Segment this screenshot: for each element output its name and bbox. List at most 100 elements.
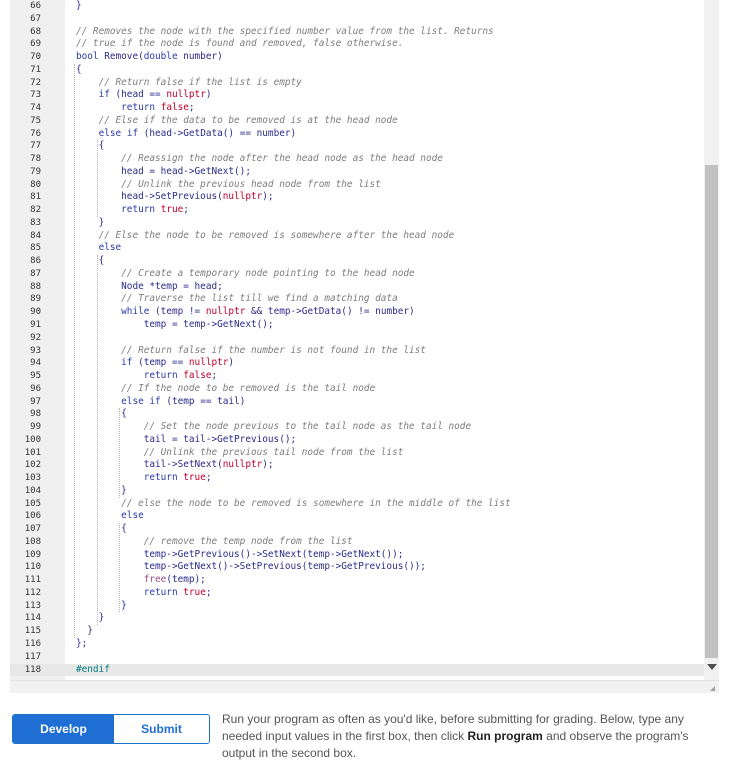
code-text[interactable]: temp = temp->GetNext(); [76,319,274,332]
code-line[interactable]: 100 tail = tail->GetPrevious(); [10,434,704,447]
code-text[interactable]: temp->GetPrevious()->SetNext(temp->GetNe… [76,549,404,562]
code-line[interactable]: 94 if (temp == nullptr) [10,357,704,370]
code-text[interactable]: } [76,625,93,638]
code-line[interactable]: 98 { [10,408,704,421]
code-line[interactable]: 99 // Set the node previous to the tail … [10,421,704,434]
code-line[interactable]: 70 bool Remove(double number) [10,51,704,64]
scrollbar-thumb[interactable] [705,165,718,658]
code-text[interactable]: bool Remove(double number) [76,51,223,64]
develop-mode-button[interactable]: Develop mode [13,715,114,743]
code-text[interactable]: } [76,0,82,13]
code-text[interactable]: tail->SetNext(nullptr); [76,459,274,472]
code-line[interactable]: 113 } [10,600,704,613]
code-text[interactable]: temp->GetNext()->SetPrevious(temp->GetPr… [76,561,426,574]
vertical-scrollbar[interactable] [704,0,719,680]
code-text[interactable]: #endif [76,664,110,677]
code-line[interactable]: 116}; [10,638,704,651]
code-line[interactable]: 95 return false; [10,370,704,383]
code-text[interactable]: else if (temp == tail) [76,396,245,409]
code-text[interactable]: while (temp != nullptr && temp->GetData(… [76,306,415,319]
code-text[interactable]: { [76,64,82,77]
code-text[interactable]: // Unlink the previous head node from th… [76,179,381,192]
horizontal-scrollbar[interactable] [10,680,719,693]
code-text[interactable]: } [76,612,105,625]
code-text[interactable]: // remove the temp node from the list [76,536,353,549]
code-text[interactable]: else [76,510,144,523]
code-line[interactable]: 91 temp = temp->GetNext(); [10,319,704,332]
code-line[interactable]: 106 else [10,510,704,523]
code-text[interactable]: // true if the node is found and removed… [76,38,403,51]
code-line[interactable]: 66} [10,0,704,13]
code-line[interactable]: 87 // Create a temporary node pointing t… [10,268,704,281]
code-text[interactable]: if (head == nullptr) [76,89,212,102]
scroll-down-arrow-icon[interactable] [707,664,717,670]
code-text[interactable]: // Create a temporary node pointing to t… [76,268,415,281]
code-line[interactable]: 71 { [10,64,704,77]
code-line[interactable]: 89 // Traverse the list till we find a m… [10,293,704,306]
code-text[interactable]: if (temp == nullptr) [76,357,234,370]
code-text[interactable]: // Unlink the previous tail node from th… [76,447,404,460]
code-line[interactable]: 81 head->SetPrevious(nullptr); [10,191,704,204]
code-line[interactable]: 77 { [10,140,704,153]
code-text[interactable]: // Else if the data to be removed is at … [76,115,398,128]
code-line[interactable]: 102 tail->SetNext(nullptr); [10,459,704,472]
code-line[interactable]: 105 // else the node to be removed is so… [10,498,704,511]
code-text[interactable]: // else the node to be removed is somewh… [76,498,510,511]
code-text[interactable]: tail = tail->GetPrevious(); [76,434,296,447]
code-line[interactable]: 83 } [10,217,704,230]
code-line[interactable]: 74 return false; [10,102,704,115]
submit-mode-button[interactable]: Submit mode [114,715,209,743]
code-text[interactable]: free(temp); [76,574,206,587]
code-text[interactable]: // Traverse the list till we find a matc… [76,293,398,306]
code-line[interactable]: 90 while (temp != nullptr && temp->GetDa… [10,306,704,319]
code-line[interactable]: 109 temp->GetPrevious()->SetNext(temp->G… [10,549,704,562]
code-text[interactable]: // Return false if the number is not fou… [76,345,426,358]
code-line[interactable]: 117 [10,651,704,664]
resize-grip-icon[interactable] [710,686,715,691]
code-text[interactable]: else if (head->GetData() == number) [76,128,297,141]
code-text[interactable]: Node *temp = head; [76,281,223,294]
code-line[interactable]: 82 return true; [10,204,704,217]
code-text[interactable]: return false; [76,102,194,115]
code-line[interactable]: 97 else if (temp == tail) [10,396,704,409]
code-line[interactable]: 73 if (head == nullptr) [10,89,704,102]
code-text[interactable]: // Removes the node with the specified n… [76,26,494,39]
code-line[interactable]: 80 // Unlink the previous head node from… [10,179,704,192]
code-text[interactable]: // If the node to be removed is the tail… [76,383,375,396]
code-line[interactable]: 78 // Reassign the node after the head n… [10,153,704,166]
code-line[interactable]: 111 free(temp); [10,574,704,587]
code-text[interactable]: return true; [76,204,189,217]
code-text[interactable]: // Return false if the list is empty [76,77,302,90]
code-line[interactable]: 88 Node *temp = head; [10,281,704,294]
code-line[interactable]: 68 // Removes the node with the specified… [10,26,704,39]
code-line[interactable]: 110 temp->GetNext()->SetPrevious(temp->G… [10,561,704,574]
code-line[interactable]: 101 // Unlink the previous tail node fro… [10,447,704,460]
code-line[interactable]: 79 head = head->GetNext(); [10,166,704,179]
code-line[interactable]: 67 [10,13,704,26]
code-text[interactable]: { [76,255,105,268]
code-line[interactable]: 92 [10,332,704,345]
code-line[interactable]: 69 // true if the node is found and remov… [10,38,704,51]
code-text[interactable]: head->SetPrevious(nullptr); [76,191,273,204]
code-line[interactable]: 85 else [10,242,704,255]
code-text[interactable]: head = head->GetNext(); [76,166,251,179]
code-line[interactable]: 86 { [10,255,704,268]
code-text[interactable]: // Else the node to be removed is somewh… [76,230,455,243]
code-line[interactable]: 115 } [10,625,704,638]
code-line[interactable]: 103 return true; [10,472,704,485]
code-line[interactable]: 104 } [10,485,704,498]
code-line[interactable]: 114 } [10,612,704,625]
code-line[interactable]: 93 // Return false if the number is not … [10,345,704,358]
code-text[interactable]: { [76,140,105,153]
code-line[interactable]: 72 // Return false if the list is empty [10,77,704,90]
code-text[interactable]: // Set the node previous to the tail nod… [76,421,471,434]
code-line[interactable]: 118 #endif [10,663,704,677]
code-text[interactable]: else [76,242,122,255]
code-line[interactable]: 96 // If the node to be removed is the t… [10,383,704,396]
code-text[interactable]: // Reassign the node after the head node… [76,153,443,166]
code-line[interactable]: 76 else if (head->GetData() == number) [10,128,704,141]
code-line[interactable]: 108 // remove the temp node from the lis… [10,536,704,549]
code-line[interactable]: 84 // Else the node to be removed is som… [10,230,704,243]
code-line[interactable]: 75 // Else if the data to be removed is … [10,115,704,128]
code-line[interactable]: 107 { [10,523,704,536]
